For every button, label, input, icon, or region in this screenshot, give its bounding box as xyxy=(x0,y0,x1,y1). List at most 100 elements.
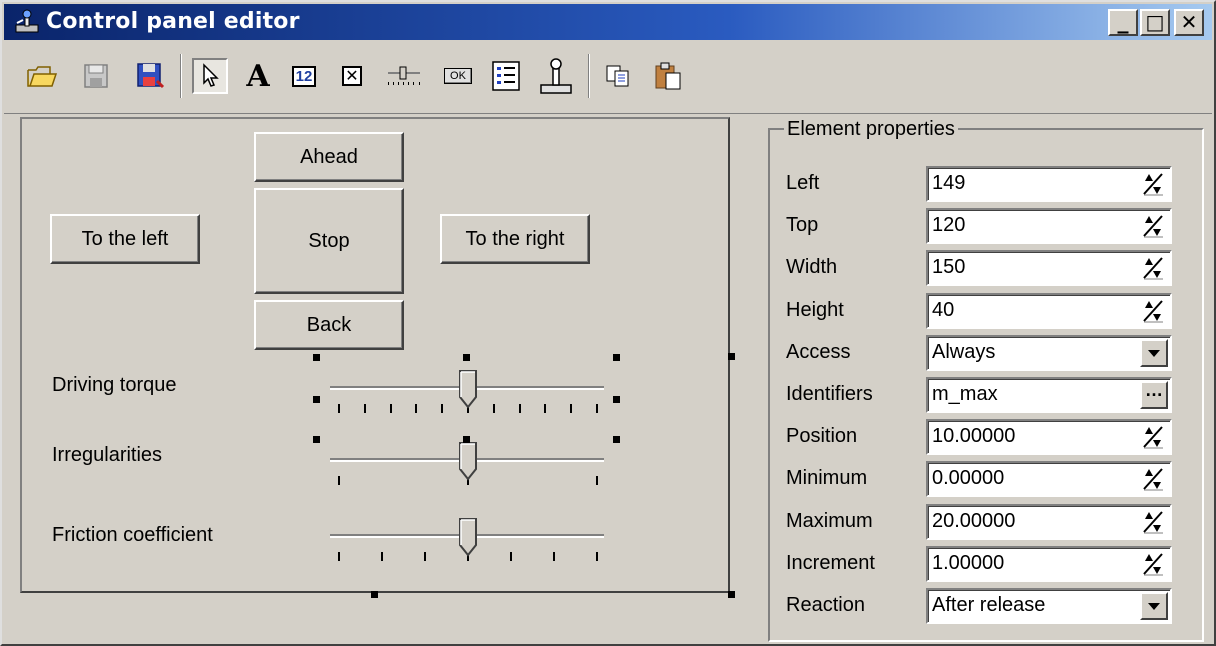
text-icon[interactable]: A xyxy=(240,58,276,94)
driving-torque-label: Driving torque xyxy=(52,374,177,396)
property-label-top: Top xyxy=(786,214,819,236)
stop-button[interactable]: Stop xyxy=(254,188,404,294)
slider-tick xyxy=(596,476,598,485)
checkbox-icon[interactable]: ✕ xyxy=(334,58,370,94)
dropdown-arrow-icon[interactable] xyxy=(1140,592,1168,620)
property-field-top[interactable]: 120 xyxy=(926,208,1172,244)
control-panel-editor-window: Control panel editor _ □ ✕ A 12 ✕ OK Ahe… xyxy=(0,0,1216,646)
property-value: 1.00000 xyxy=(932,552,1005,574)
selection-handle[interactable] xyxy=(613,396,620,403)
slider-tick xyxy=(338,552,340,561)
property-value: After release xyxy=(932,594,1046,616)
property-field-reaction[interactable]: After release xyxy=(926,588,1172,624)
property-label-identifiers: Identifiers xyxy=(786,383,873,405)
property-field-access[interactable]: Always xyxy=(926,335,1172,371)
property-label-height: Height xyxy=(786,299,844,321)
spin-adjust-icon[interactable] xyxy=(1138,465,1168,493)
paste-icon[interactable] xyxy=(650,58,686,94)
element-properties-legend: Element properties xyxy=(784,118,958,141)
title-bar[interactable]: Control panel editor _ □ ✕ xyxy=(4,4,1212,40)
selection-handle[interactable] xyxy=(313,396,320,403)
friction-coefficient-label: Friction coefficient xyxy=(52,524,213,546)
spin-adjust-icon[interactable] xyxy=(1138,423,1168,451)
property-value: 40 xyxy=(932,299,955,321)
dropdown-arrow-icon[interactable] xyxy=(1140,339,1168,367)
numeric-field-icon[interactable]: 12 xyxy=(286,58,322,94)
property-label-maximum: Maximum xyxy=(786,510,873,532)
slider-tick xyxy=(381,552,383,561)
toolbar-separator xyxy=(588,54,590,98)
spin-adjust-icon[interactable] xyxy=(1138,550,1168,578)
to-the-left-button[interactable]: To the left xyxy=(50,214,200,264)
property-field-height[interactable]: 40 xyxy=(926,293,1172,329)
property-value: 150 xyxy=(932,256,966,278)
spin-adjust-icon[interactable] xyxy=(1138,212,1168,240)
joystick-icon[interactable] xyxy=(538,58,574,94)
maximize-button[interactable]: □ xyxy=(1140,9,1170,36)
open-folder-icon[interactable] xyxy=(24,58,60,94)
property-field-width[interactable]: 150 xyxy=(926,250,1172,286)
window-title: Control panel editor xyxy=(46,9,300,34)
copy-icon[interactable] xyxy=(600,58,636,94)
property-value: 20.00000 xyxy=(932,510,1016,532)
panel-resize-handle[interactable] xyxy=(371,591,378,598)
panel-resize-handle[interactable] xyxy=(728,353,735,360)
property-value: 120 xyxy=(932,214,966,236)
spin-adjust-icon[interactable] xyxy=(1138,297,1168,325)
save-icon[interactable] xyxy=(78,58,114,94)
property-field-left[interactable]: 149 xyxy=(926,166,1172,202)
checkbox-glyph: ✕ xyxy=(342,66,362,86)
spin-adjust-icon[interactable] xyxy=(1138,508,1168,536)
slider-tick xyxy=(492,404,495,413)
property-field-minimum[interactable]: 0.00000 xyxy=(926,461,1172,497)
slider-tick xyxy=(510,552,512,561)
property-label-increment: Increment xyxy=(786,552,875,574)
slider-tick xyxy=(553,552,555,561)
slider-tick xyxy=(338,476,340,485)
slider-thumb[interactable] xyxy=(458,517,478,557)
selection-handle[interactable] xyxy=(613,354,620,361)
slider-tick xyxy=(518,404,521,413)
property-value: 149 xyxy=(932,172,966,194)
slider-tick xyxy=(338,404,340,413)
slider-tick xyxy=(415,404,418,413)
property-value: m_max xyxy=(932,383,998,405)
button-icon[interactable]: OK xyxy=(440,58,476,94)
property-value: Always xyxy=(932,341,996,363)
panel-resize-handle[interactable] xyxy=(728,591,735,598)
selection-handle[interactable] xyxy=(463,436,470,443)
property-field-identifiers[interactable]: m_max … xyxy=(926,377,1172,413)
close-button[interactable]: ✕ xyxy=(1174,9,1204,36)
property-label-width: Width xyxy=(786,256,838,278)
property-value: 0.00000 xyxy=(932,467,1005,489)
spin-adjust-icon[interactable] xyxy=(1138,170,1168,198)
list-icon[interactable] xyxy=(488,58,524,94)
property-field-position[interactable]: 10.00000 xyxy=(926,419,1172,455)
save-as-icon[interactable] xyxy=(132,58,168,94)
property-field-increment[interactable]: 1.00000 xyxy=(926,546,1172,582)
irregularities-label: Irregularities xyxy=(52,444,163,466)
selection-handle[interactable] xyxy=(313,354,320,361)
spin-adjust-icon[interactable] xyxy=(1138,254,1168,282)
property-field-maximum[interactable]: 20.00000 xyxy=(926,504,1172,540)
ellipsis-button[interactable]: … xyxy=(1140,381,1168,409)
pointer-icon[interactable] xyxy=(192,58,228,94)
to-the-right-button[interactable]: To the right xyxy=(440,214,590,264)
selection-handle[interactable] xyxy=(613,436,620,443)
minimize-button[interactable]: _ xyxy=(1108,9,1138,36)
slider-thumb[interactable] xyxy=(458,441,478,481)
slider-thumb[interactable] xyxy=(458,369,478,409)
property-value: 10.00000 xyxy=(932,425,1016,447)
toolbar-separator xyxy=(180,54,182,98)
property-label-access: Access xyxy=(786,341,851,363)
slider-icon[interactable] xyxy=(386,58,422,94)
back-button[interactable]: Back xyxy=(254,300,404,350)
selection-handle[interactable] xyxy=(313,436,320,443)
ahead-button[interactable]: Ahead xyxy=(254,132,404,182)
slider-tick xyxy=(363,404,366,413)
property-label-left: Left xyxy=(786,172,820,194)
slider-tick xyxy=(596,552,598,561)
selection-handle[interactable] xyxy=(463,354,470,361)
slider-tick xyxy=(544,404,547,413)
slider-tick xyxy=(441,404,444,413)
